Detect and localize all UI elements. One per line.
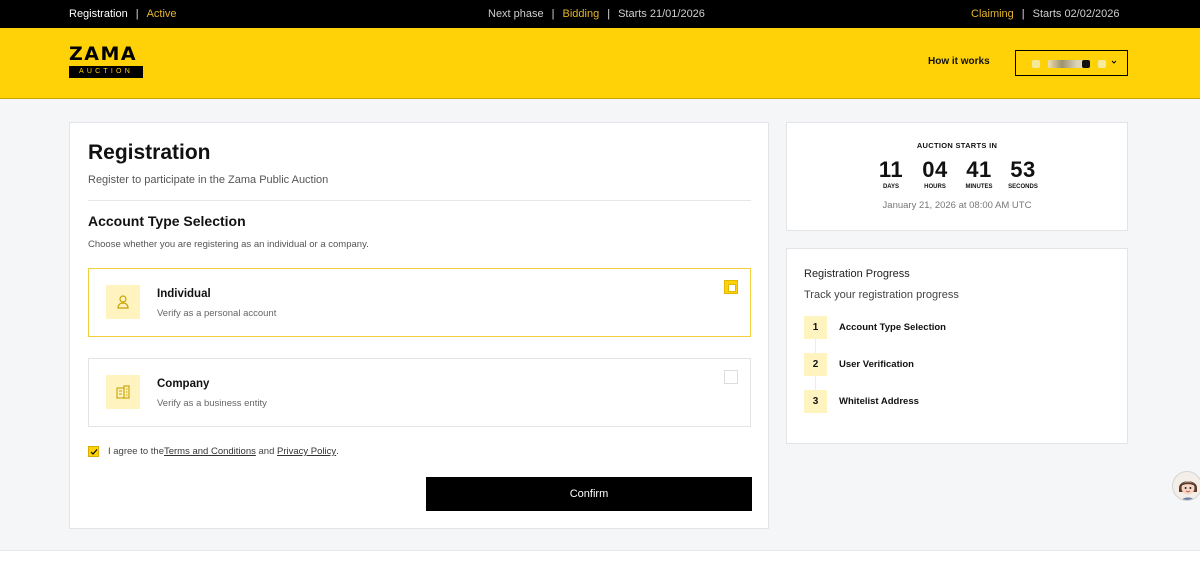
countdown-caption: HOURS [924,184,946,190]
countdown-days: 11 DAYS [874,157,908,190]
terms-checkbox[interactable] [88,446,99,457]
step-connector [815,339,816,353]
progress-title: Registration Progress [804,268,910,280]
step-number: 2 [804,353,827,376]
option-checkbox[interactable] [724,370,738,384]
redacted-address [1098,60,1106,68]
progress-step-account-type: 1 Account Type Selection [804,316,946,339]
countdown-minutes: 41 MINUTES [962,157,996,190]
separator: | [607,8,611,20]
logo-subtitle: AUCTION [69,66,143,78]
claiming-label: Claiming [971,8,1014,20]
page-title: Registration [88,141,211,164]
countdown-value: 04 [922,157,948,182]
privacy-link[interactable]: Privacy Policy [277,446,336,457]
progress-subtitle: Track your registration progress [804,289,959,301]
progress-step-user-verification: 2 User Verification [804,353,914,376]
account-option-individual[interactable]: Individual Verify as a personal account [88,268,751,337]
phase-status: Active [146,8,177,20]
countdown-label: AUCTION STARTS IN [916,141,998,150]
option-title: Company [157,378,210,390]
auction-start-date: January 21, 2026 at 08:00 AM UTC [882,200,1032,211]
countdown-hours: 04 HOURS [918,157,952,190]
option-description: Verify as a personal account [157,308,277,319]
claiming-phase: Claiming | Starts 02/02/2026 [971,0,1120,28]
support-chat-avatar[interactable] [1172,471,1200,501]
step-label: Whitelist Address [839,396,919,407]
terms-link[interactable]: Terms and Conditions [164,446,256,457]
terms-agreement: I agree to the Terms and Conditions and … [88,446,339,457]
countdown-value: 53 [1010,157,1036,182]
countdown-value: 41 [966,157,992,182]
phase-status-bar: Registration | Active Next phase | Biddi… [0,0,1200,28]
wallet-address-button[interactable] [1015,50,1128,76]
how-it-works-link[interactable]: How it works [928,56,990,67]
agree-suffix: . [336,446,339,457]
current-phase: Registration | Active [69,0,177,28]
option-checkbox[interactable] [724,280,738,294]
registration-card: Registration Register to participate in … [69,122,769,529]
countdown-caption: SECONDS [1008,184,1038,190]
divider [88,200,751,201]
check-icon [90,448,97,455]
person-icon [106,285,140,319]
next-phase-label: Next phase [488,8,544,20]
site-header: ZAMA AUCTION How it works [0,28,1200,99]
next-phase-start: Starts 21/01/2026 [618,8,705,20]
countdown-seconds: 53 SECONDS [1006,157,1040,190]
next-phase-name: Bidding [562,8,600,20]
phase-label: Registration [69,8,128,20]
step-label: Account Type Selection [839,322,946,333]
page-footer [0,550,1200,573]
registration-progress-card: Registration Progress Track your registr… [786,248,1128,444]
countdown-caption: MINUTES [965,184,993,190]
agree-and: and [255,446,278,457]
zama-auction-logo[interactable]: ZAMA AUCTION [69,45,143,78]
step-label: User Verification [839,359,914,370]
step-number: 1 [804,316,827,339]
countdown-caption: DAYS [882,184,900,190]
separator: | [551,8,555,20]
page-subtitle: Register to participate in the Zama Publ… [88,174,329,186]
logo-wordmark: ZAMA [69,43,138,65]
auction-countdown-card: AUCTION STARTS IN 11 DAYS 04 HOURS 41 MI… [786,122,1128,231]
separator: | [135,8,139,20]
confirm-button[interactable]: Confirm [426,477,752,511]
redacted-address [1032,60,1040,68]
option-title: Individual [157,288,211,300]
redacted-address [1082,60,1090,68]
chevron-down-icon [1111,60,1117,64]
step-connector [815,376,816,390]
claiming-start: Starts 02/02/2026 [1032,8,1120,20]
option-description: Verify as a business entity [157,398,267,409]
step-number: 3 [804,390,827,413]
countdown-timer: 11 DAYS 04 HOURS 41 MINUTES 53 SECONDS [787,157,1127,190]
section-title: Account Type Selection [88,213,246,229]
agree-prefix: I agree to the [108,446,164,457]
next-phase: Next phase | Bidding | Starts 21/01/2026 [488,0,705,28]
progress-step-whitelist-address: 3 Whitelist Address [804,390,919,413]
avatar-icon [1179,481,1197,500]
building-icon [106,375,140,409]
section-subtitle: Choose whether you are registering as an… [88,239,369,250]
separator: | [1021,8,1025,20]
account-option-company[interactable]: Company Verify as a business entity [88,358,751,427]
countdown-value: 11 [878,157,904,182]
